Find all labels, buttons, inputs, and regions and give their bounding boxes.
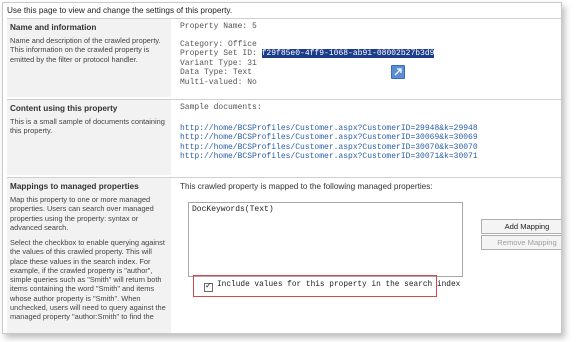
add-mapping-button[interactable]: Add Mapping (481, 219, 561, 234)
include-values-checkbox[interactable] (204, 281, 213, 292)
section-desc-mappings: Map this property to one or more managed… (10, 195, 154, 232)
sample-document-link[interactable]: http://home/BCSProfiles/Customer.aspx?Cu… (180, 152, 478, 162)
sample-documents: Sample documents: http://home/BCSProfile… (180, 103, 478, 162)
copy-icon[interactable] (391, 65, 405, 79)
section-desc-content: This is a small sample of documents cont… (10, 117, 165, 136)
section-desc-name-info: Name and description of the crawled prop… (10, 36, 161, 64)
mapped-properties-list[interactable]: DocKeywords(Text) (188, 202, 463, 277)
sample-document-link[interactable]: http://home/BCSProfiles/Customer.aspx?Cu… (180, 143, 478, 153)
property-set-id-value[interactable]: f29f85e0-4ff9-1068-ab91-08002b27b3d9 (261, 49, 435, 58)
section-desc-mappings-checkbox: Select the checkbox to enable querying a… (10, 238, 166, 322)
property-settings-page: Use this page to view and change the set… (2, 2, 562, 334)
property-name-row: Property Name: 5 (180, 22, 257, 31)
sample-document-link[interactable]: http://home/BCSProfiles/Customer.aspx?Cu… (180, 124, 478, 134)
sample-document-link[interactable]: http://home/BCSProfiles/Customer.aspx?Cu… (180, 133, 478, 143)
section-title-content: Content using this property (10, 104, 118, 113)
property-name-value: 5 (252, 22, 257, 31)
category-value: Office (228, 39, 257, 49)
mapping-label: This crawled property is mapped to the f… (180, 182, 433, 191)
mapped-property-item[interactable]: DocKeywords(Text) (192, 205, 274, 214)
property-set-id-row: Property Set ID: f29f85e0-4ff9-1068-ab91… (180, 49, 435, 58)
section-title-name-info: Name and information (10, 23, 97, 32)
include-values-label: Include values for this property in the … (217, 281, 461, 289)
section-title-mappings: Mappings to managed properties (10, 182, 139, 191)
page-intro: Use this page to view and change the set… (7, 6, 233, 15)
sample-documents-label: Sample documents: (180, 103, 262, 112)
remove-mapping-button[interactable]: Remove Mapping (481, 235, 561, 250)
category-row: Category: Office (180, 39, 257, 49)
